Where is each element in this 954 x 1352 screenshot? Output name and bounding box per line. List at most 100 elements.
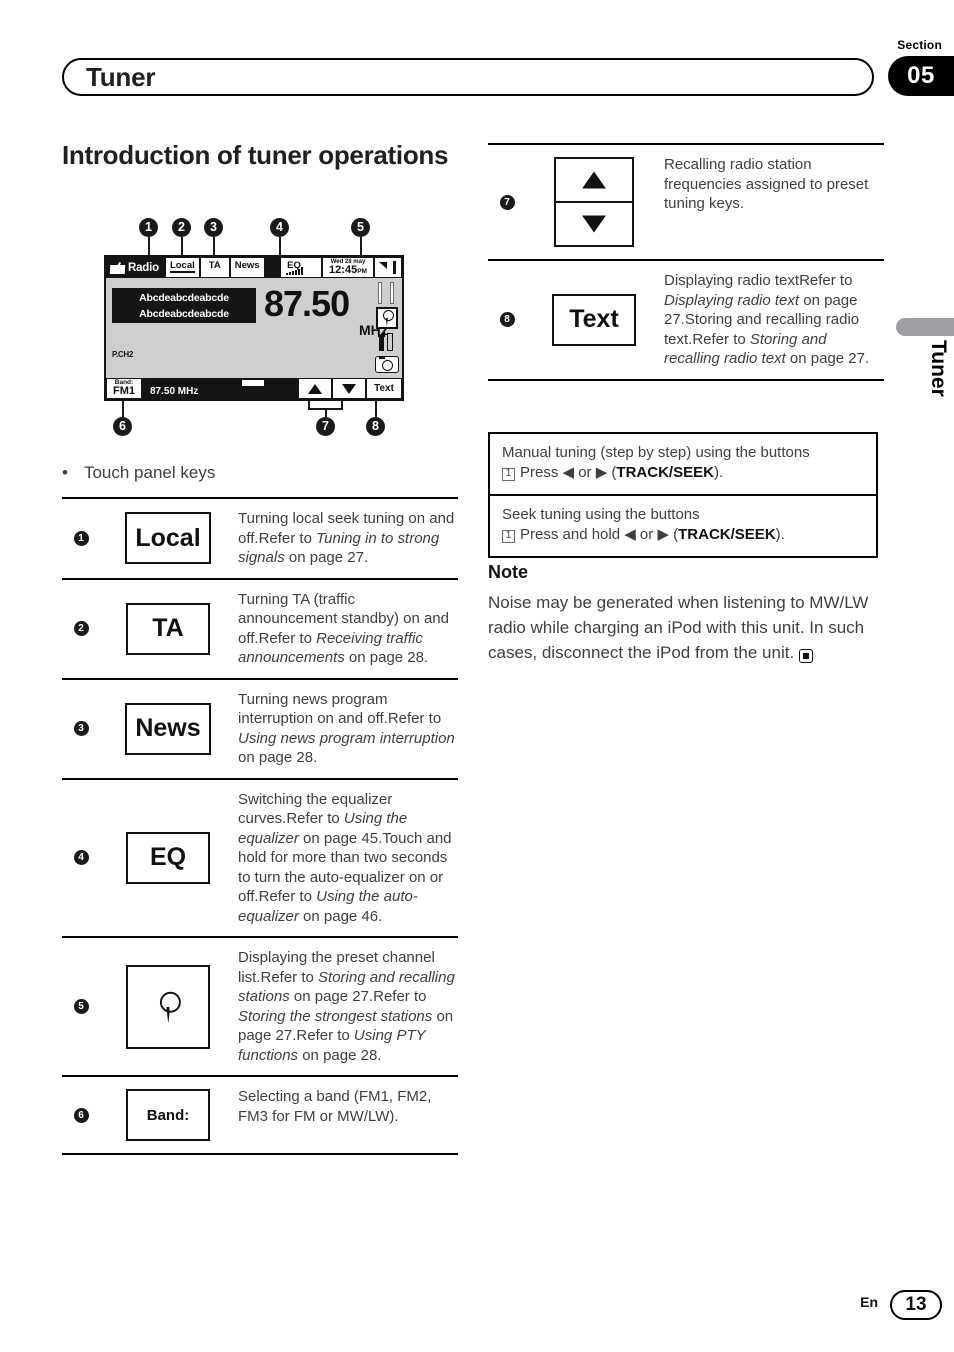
screen-ta-button[interactable]: TA [200, 258, 229, 277]
triangle-up-icon [582, 171, 606, 189]
clock-time: 12:45PM [329, 264, 367, 276]
radio-text-line2: Abcdeabcdeabcde [139, 307, 229, 320]
source-indicator: Radio [106, 257, 165, 278]
key-row-graphic: News [100, 680, 236, 778]
step-number-badge: 1 [502, 467, 515, 481]
screen-preset-down-button[interactable] [333, 379, 365, 398]
key-row-graphic [100, 938, 236, 1075]
screen-preset-up-button[interactable] [299, 379, 331, 398]
step-button-name: TRACK/SEEK [678, 526, 776, 543]
chapter-title-pill: Tuner [62, 58, 874, 96]
key-row: 1 Local Turning local seek tuning on and o… [62, 497, 458, 578]
key-row: 4 EQ Switching the equalizer curves.Refer … [62, 777, 458, 937]
touch-panel-key-table-left: 1 Local Turning local seek tuning on and o… [62, 497, 458, 1155]
callout-2: 2 [172, 218, 191, 237]
section-word: Section [897, 38, 942, 52]
screen-bottom-bar: Band: FM1 87.50 MHz Text [106, 378, 402, 399]
tuning-thumb[interactable] [242, 380, 264, 386]
triangle-down-icon [582, 215, 606, 233]
key-row: 2 TA Turning TA (traffic announcement stan… [62, 577, 458, 678]
scrollbar-inner[interactable] [378, 282, 382, 304]
source-label: Radio [128, 261, 159, 274]
key-row-description: Switching the equalizer curves.Refer to … [238, 790, 452, 925]
procedure-row: Manual tuning (step by step) using the b… [490, 434, 876, 494]
scrollbar-outer[interactable] [390, 282, 394, 304]
callout-6: 6 [113, 417, 132, 436]
key-row: 6 Band: Selecting a band (FM1, FM2, FM3 fo… [62, 1075, 458, 1155]
screen-eq-button[interactable]: EQ [281, 258, 321, 277]
end-of-note-icon [798, 649, 813, 663]
key-row: 8 Text Displaying radio textRefer to Displ… [488, 259, 884, 381]
touch-panel-key-table-right: 7 Recalling radio station frequencies ass… [488, 143, 884, 381]
screen-band-button[interactable]: Band: FM1 [107, 379, 141, 398]
edge-thumb-marker [896, 318, 954, 336]
callout-1: 1 [139, 218, 158, 237]
edge-chapter-label: Tuner [927, 340, 950, 397]
key-graphic-label: News [125, 702, 211, 755]
step-number-badge: 1 [502, 529, 515, 543]
key-graphic-label: Local [125, 512, 211, 565]
key-row: 3 News Turning news program interruption o… [62, 677, 458, 778]
key-graphic-label: Band: [126, 1089, 210, 1141]
key-row-description: Turning TA (traffic announcement standby… [238, 590, 449, 667]
camera-icon[interactable] [375, 356, 399, 373]
chapter-title: Tuner [86, 61, 156, 92]
key-row: 5 Displaying the preset channel list.Refe… [62, 936, 458, 1075]
key-row-number: 7 [488, 145, 526, 259]
key-number-badge: 7 [499, 194, 515, 210]
leader-1 [148, 237, 150, 256]
key-number-badge: 2 [73, 621, 89, 636]
leader-2 [181, 237, 183, 256]
leader-4 [279, 237, 281, 256]
key-row-graphic: Local [100, 499, 236, 578]
key-row-number: 6 [62, 1077, 100, 1153]
callout-4: 4 [270, 218, 289, 237]
radio-icon [110, 262, 125, 274]
key-number-badge: 8 [499, 312, 515, 328]
screen-text-button[interactable]: Text [367, 379, 401, 398]
device-screen: Radio Local TA News EQ Wed 28 may 12:45P… [104, 255, 404, 401]
preset-list-button[interactable] [376, 307, 398, 329]
triangle-down-icon [342, 383, 356, 394]
key-number-badge: 4 [73, 850, 89, 866]
screen-local-button[interactable]: Local [165, 258, 199, 277]
leader-6 [122, 401, 124, 417]
tuning-bar[interactable]: 87.50 MHz [144, 379, 296, 398]
footer-language: En [860, 1294, 878, 1310]
key-number-badge: 6 [73, 1107, 89, 1123]
key-number-badge: 5 [73, 999, 89, 1014]
tools-icon[interactable] [377, 332, 397, 352]
key-graphic-label: Text [552, 293, 636, 346]
key-row-graphic: Band: [100, 1077, 236, 1153]
radio-text-block: Abcdeabcdeabcde Abcdeabcdeabcde [112, 288, 256, 323]
key-row-number: 3 [62, 680, 100, 778]
section-number-badge: 05 [888, 56, 954, 96]
screen-news-button[interactable]: News [230, 258, 264, 277]
screen-status-bar: Radio Local TA News EQ Wed 28 may 12:45P… [106, 257, 402, 278]
note-body: Noise may be generated when listening to… [488, 590, 883, 665]
key-row-graphic: TA [100, 580, 236, 678]
tuning-frequency-label: 87.50 MHz [150, 386, 199, 397]
bullet-icon: • [62, 463, 68, 482]
status-bar-spacer [265, 257, 280, 278]
key-graphic-label: EQ [126, 831, 210, 884]
key-row-description: Turning local seek tuning on and off.Ref… [238, 510, 455, 566]
procedure-step: 1 Press and hold ◀ or ▶ (TRACK/SEEK). [502, 525, 864, 545]
key-number-badge: 3 [73, 721, 89, 736]
key-row-number: 1 [62, 499, 100, 578]
callout-7: 7 [316, 417, 335, 436]
key-row-description: Turning news program interruption on and… [238, 690, 455, 767]
callout-5: 5 [351, 218, 370, 237]
procedure-title: Manual tuning (step by step) using the b… [502, 444, 810, 461]
leader-8 [375, 401, 377, 417]
callout-8: 8 [366, 417, 385, 436]
key-row-description: Selecting a band (FM1, FM2, FM3 for FM o… [238, 1088, 432, 1125]
key-row-description: Recalling radio station frequencies assi… [664, 156, 869, 212]
bullet-label: Touch panel keys [83, 463, 216, 482]
band-value: FM1 [113, 385, 135, 398]
frequency-value: 87.50 [264, 283, 350, 324]
screen-clock[interactable]: Wed 28 may 12:45PM [323, 258, 373, 277]
clock-ampm: PM [357, 268, 367, 275]
key-row-graphic: EQ [100, 780, 236, 937]
signal-bar-icon [393, 261, 396, 274]
